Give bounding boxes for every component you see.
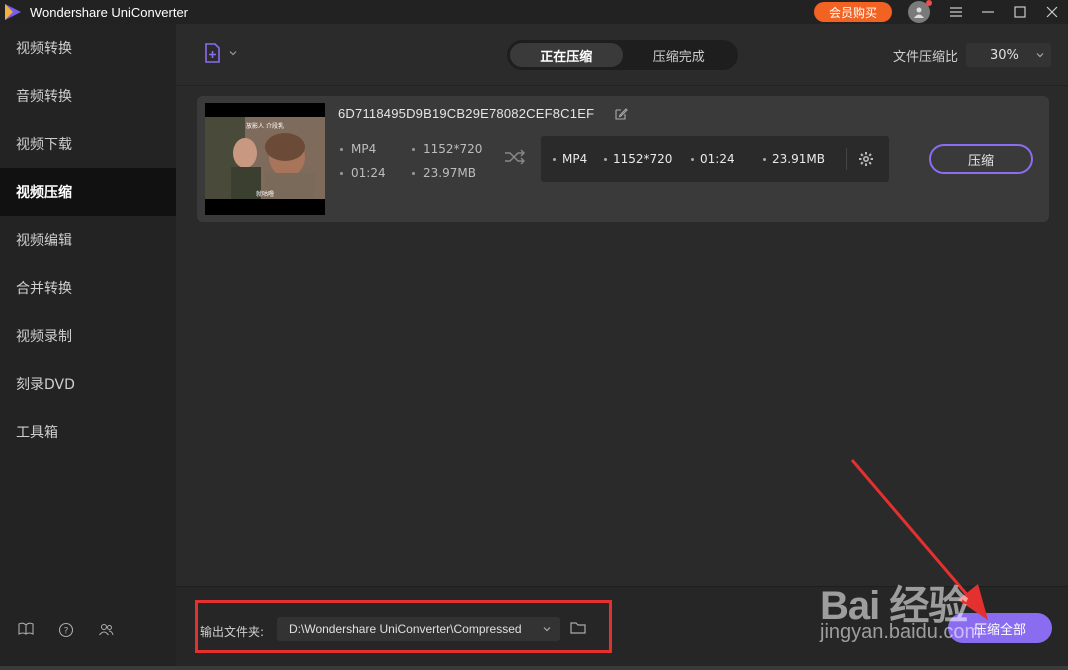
scrollbar-strip	[0, 666, 1068, 670]
target-settings[interactable]: MP4 1152*720 01:24 23.91MB	[541, 136, 889, 182]
toolbar: 正在压缩 压缩完成 文件压缩比 30%	[176, 24, 1068, 86]
book-icon[interactable]	[18, 622, 34, 638]
file-name: 6D7118495D9B19CB29E78082CEF8C1EF	[338, 106, 595, 121]
users-icon[interactable]	[98, 622, 114, 638]
thumbnail-caption-top: 放影人 介段乳	[246, 123, 284, 130]
sidebar-item-video-edit[interactable]: 视频编辑	[0, 216, 176, 264]
target-resolution: 1152*720	[604, 152, 672, 166]
sidebar: 视频转换 音频转换 视频下载 视频压缩 视频编辑 合并转换 视频录制 刻录DVD…	[0, 24, 176, 670]
file-card: 放影人 介段乳 就咕噜 6D7118495D9B19CB29E78082CEF8…	[197, 96, 1049, 222]
gear-icon[interactable]	[858, 151, 874, 167]
add-file-icon	[205, 43, 220, 63]
source-size: 23.97MB	[412, 166, 476, 180]
target-format: MP4	[553, 152, 587, 166]
target-size: 23.91MB	[763, 152, 825, 166]
chevron-down-icon	[1036, 53, 1044, 58]
sidebar-item-video-record[interactable]: 视频录制	[0, 312, 176, 360]
app-window: Wondershare UniConverter 会员购买 视频转换 音频转换 …	[0, 0, 1068, 670]
app-logo-icon	[2, 1, 24, 23]
app-title: Wondershare UniConverter	[30, 4, 188, 20]
vip-purchase-button[interactable]: 会员购买	[814, 2, 892, 22]
notification-dot	[926, 0, 932, 6]
source-duration: 01:24	[340, 166, 386, 180]
compress-ratio-value: 30%	[990, 47, 1019, 63]
sidebar-item-video-compress[interactable]: 视频压缩	[0, 168, 176, 216]
compress-ratio-select[interactable]: 30%	[966, 43, 1051, 67]
sidebar-item-burn-dvd[interactable]: 刻录DVD	[0, 360, 176, 408]
sidebar-item-audio-convert[interactable]: 音频转换	[0, 72, 176, 120]
sidebar-item-video-download[interactable]: 视频下载	[0, 120, 176, 168]
shuffle-icon	[504, 149, 526, 165]
sidebar-item-merge-convert[interactable]: 合并转换	[0, 264, 176, 312]
source-format: MP4	[340, 142, 376, 156]
thumbnail-caption-bottom: 就咕噜	[255, 191, 274, 198]
help-icon[interactable]: ?	[58, 622, 74, 638]
maximize-icon[interactable]	[1010, 2, 1030, 22]
tab-compressed[interactable]: 压缩完成	[623, 43, 736, 67]
annotation-highlight-box	[195, 600, 612, 653]
divider	[846, 148, 847, 170]
compress-ratio-label: 文件压缩比	[893, 50, 959, 65]
target-duration: 01:24	[691, 152, 735, 166]
source-resolution: 1152*720	[412, 142, 482, 156]
tab-compressing[interactable]: 正在压缩	[510, 43, 623, 67]
sidebar-item-toolbox[interactable]: 工具箱	[0, 408, 176, 456]
baidu-watermark: Bai 经验 jingyan.baidu.com	[820, 555, 1060, 665]
watermark-sub: jingyan.baidu.com	[820, 621, 982, 643]
add-file-button[interactable]	[202, 42, 238, 64]
chevron-down-icon	[229, 51, 237, 56]
compress-tabs: 正在压缩 压缩完成	[507, 40, 738, 70]
menu-icon[interactable]	[946, 2, 966, 22]
minimize-icon[interactable]	[978, 2, 998, 22]
close-icon[interactable]	[1042, 2, 1062, 22]
edit-icon[interactable]	[614, 107, 628, 121]
title-bar: Wondershare UniConverter 会员购买	[0, 0, 1068, 24]
video-thumbnail[interactable]: 放影人 介段乳 就咕噜	[205, 103, 325, 215]
compress-button[interactable]: 压缩	[929, 144, 1033, 174]
sidebar-item-video-convert[interactable]: 视频转换	[0, 24, 176, 72]
sidebar-footer: ?	[18, 622, 114, 638]
svg-text:?: ?	[64, 627, 69, 637]
